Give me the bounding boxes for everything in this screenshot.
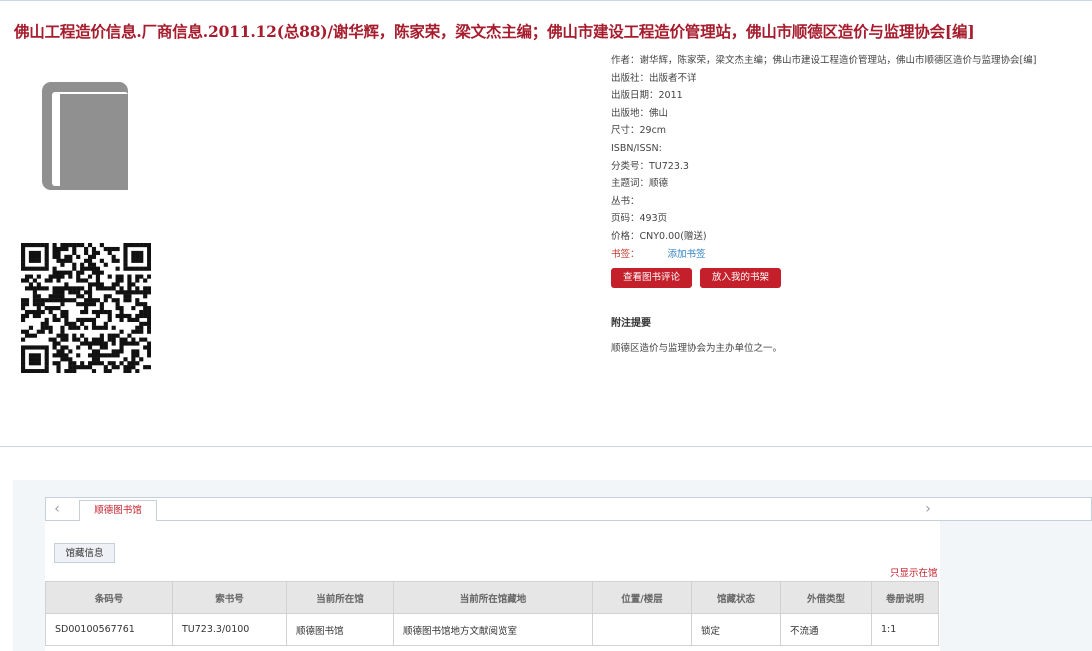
place-field: 出版地：佛山 [611,107,669,119]
publisher-field: 出版社：出版者不详 [611,72,697,84]
view-reviews-button[interactable]: 查看图书评论 [611,268,692,288]
tab-next-icon[interactable]: › [916,497,940,521]
cell-volume: 1:1 [871,613,939,646]
price-field: 价格：CNY0.00(赠送) [611,230,707,242]
qr-code-icon [21,243,152,374]
tab-shunde-library[interactable]: 顺德图书馆 [79,500,157,522]
col-volume: 卷册说明 [871,581,939,614]
col-barcode: 条码号 [45,581,173,614]
col-status: 馆藏状态 [691,581,781,614]
note-text: 顺德区造价与监理协会为主办单位之一。 [611,343,783,354]
subject-field: 主题词：顺德 [611,178,669,190]
cell-status: 锁定 [691,613,781,646]
book-cover-icon [38,80,130,192]
tab-prev-icon[interactable]: ‹ [45,497,69,521]
tag-label: 书签： [611,248,640,260]
tag-row: 书签： 添加书签 [611,246,1036,264]
col-callno: 索书号 [172,581,287,614]
classno-field: 分类号：TU723.3 [611,160,689,172]
top-border [0,0,1092,1]
cell-location: 顺德图书馆地方文献阅览室 [393,613,593,646]
note-heading: 附注提要 [611,318,651,329]
table-row: SD00100567761 TU723.3/0100 顺德图书馆 顺德图书馆地方… [45,613,939,646]
col-floor: 位置/楼层 [592,581,692,614]
holdings-header-row: 条码号 索书号 当前所在馆 当前所在馆藏地 位置/楼层 馆藏状态 外借类型 卷册… [45,581,939,614]
col-loan-type: 外借类型 [780,581,872,614]
cell-floor [592,613,692,646]
pages-field: 页码：493页 [611,213,668,225]
isbn-field: ISBN/ISSN: [611,142,662,154]
col-library: 当前所在馆 [286,581,394,614]
series-field: 丛书： [611,195,640,207]
add-to-shelf-button[interactable]: 放入我的书架 [700,268,781,288]
cell-barcode: SD00100567761 [45,613,173,646]
pubdate-field: 出版日期：2011 [611,90,683,102]
holdings-table: 条码号 索书号 当前所在馆 当前所在馆藏地 位置/楼层 馆藏状态 外借类型 卷册… [45,581,939,646]
cell-callno: TU723.3/0100 [172,613,287,646]
section-divider [0,446,1092,447]
only-available-link[interactable]: 只显示在馆 [890,565,938,579]
tab-holdings-info[interactable]: 馆藏信息 [54,543,115,563]
add-tag-link[interactable]: 添加书签 [668,249,706,260]
size-field: 尺寸：29cm [611,125,667,137]
book-metadata: 作者：谢华辉，陈家荣，梁文杰主编；佛山市建设工程造价管理站，佛山市顺德区造价与监… [611,52,1036,263]
col-location: 当前所在馆藏地 [393,581,593,614]
page-title: 佛山工程造价信息.厂商信息.2011.12(总88)/谢华辉，陈家荣，梁文杰主编… [14,22,975,41]
cell-library: 顺德图书馆 [286,613,394,646]
cell-loan-type: 不流通 [780,613,872,646]
author-field: 作者：谢华辉，陈家荣，梁文杰主编；佛山市建设工程造价管理站，佛山市顺德区造价与监… [611,55,1037,66]
